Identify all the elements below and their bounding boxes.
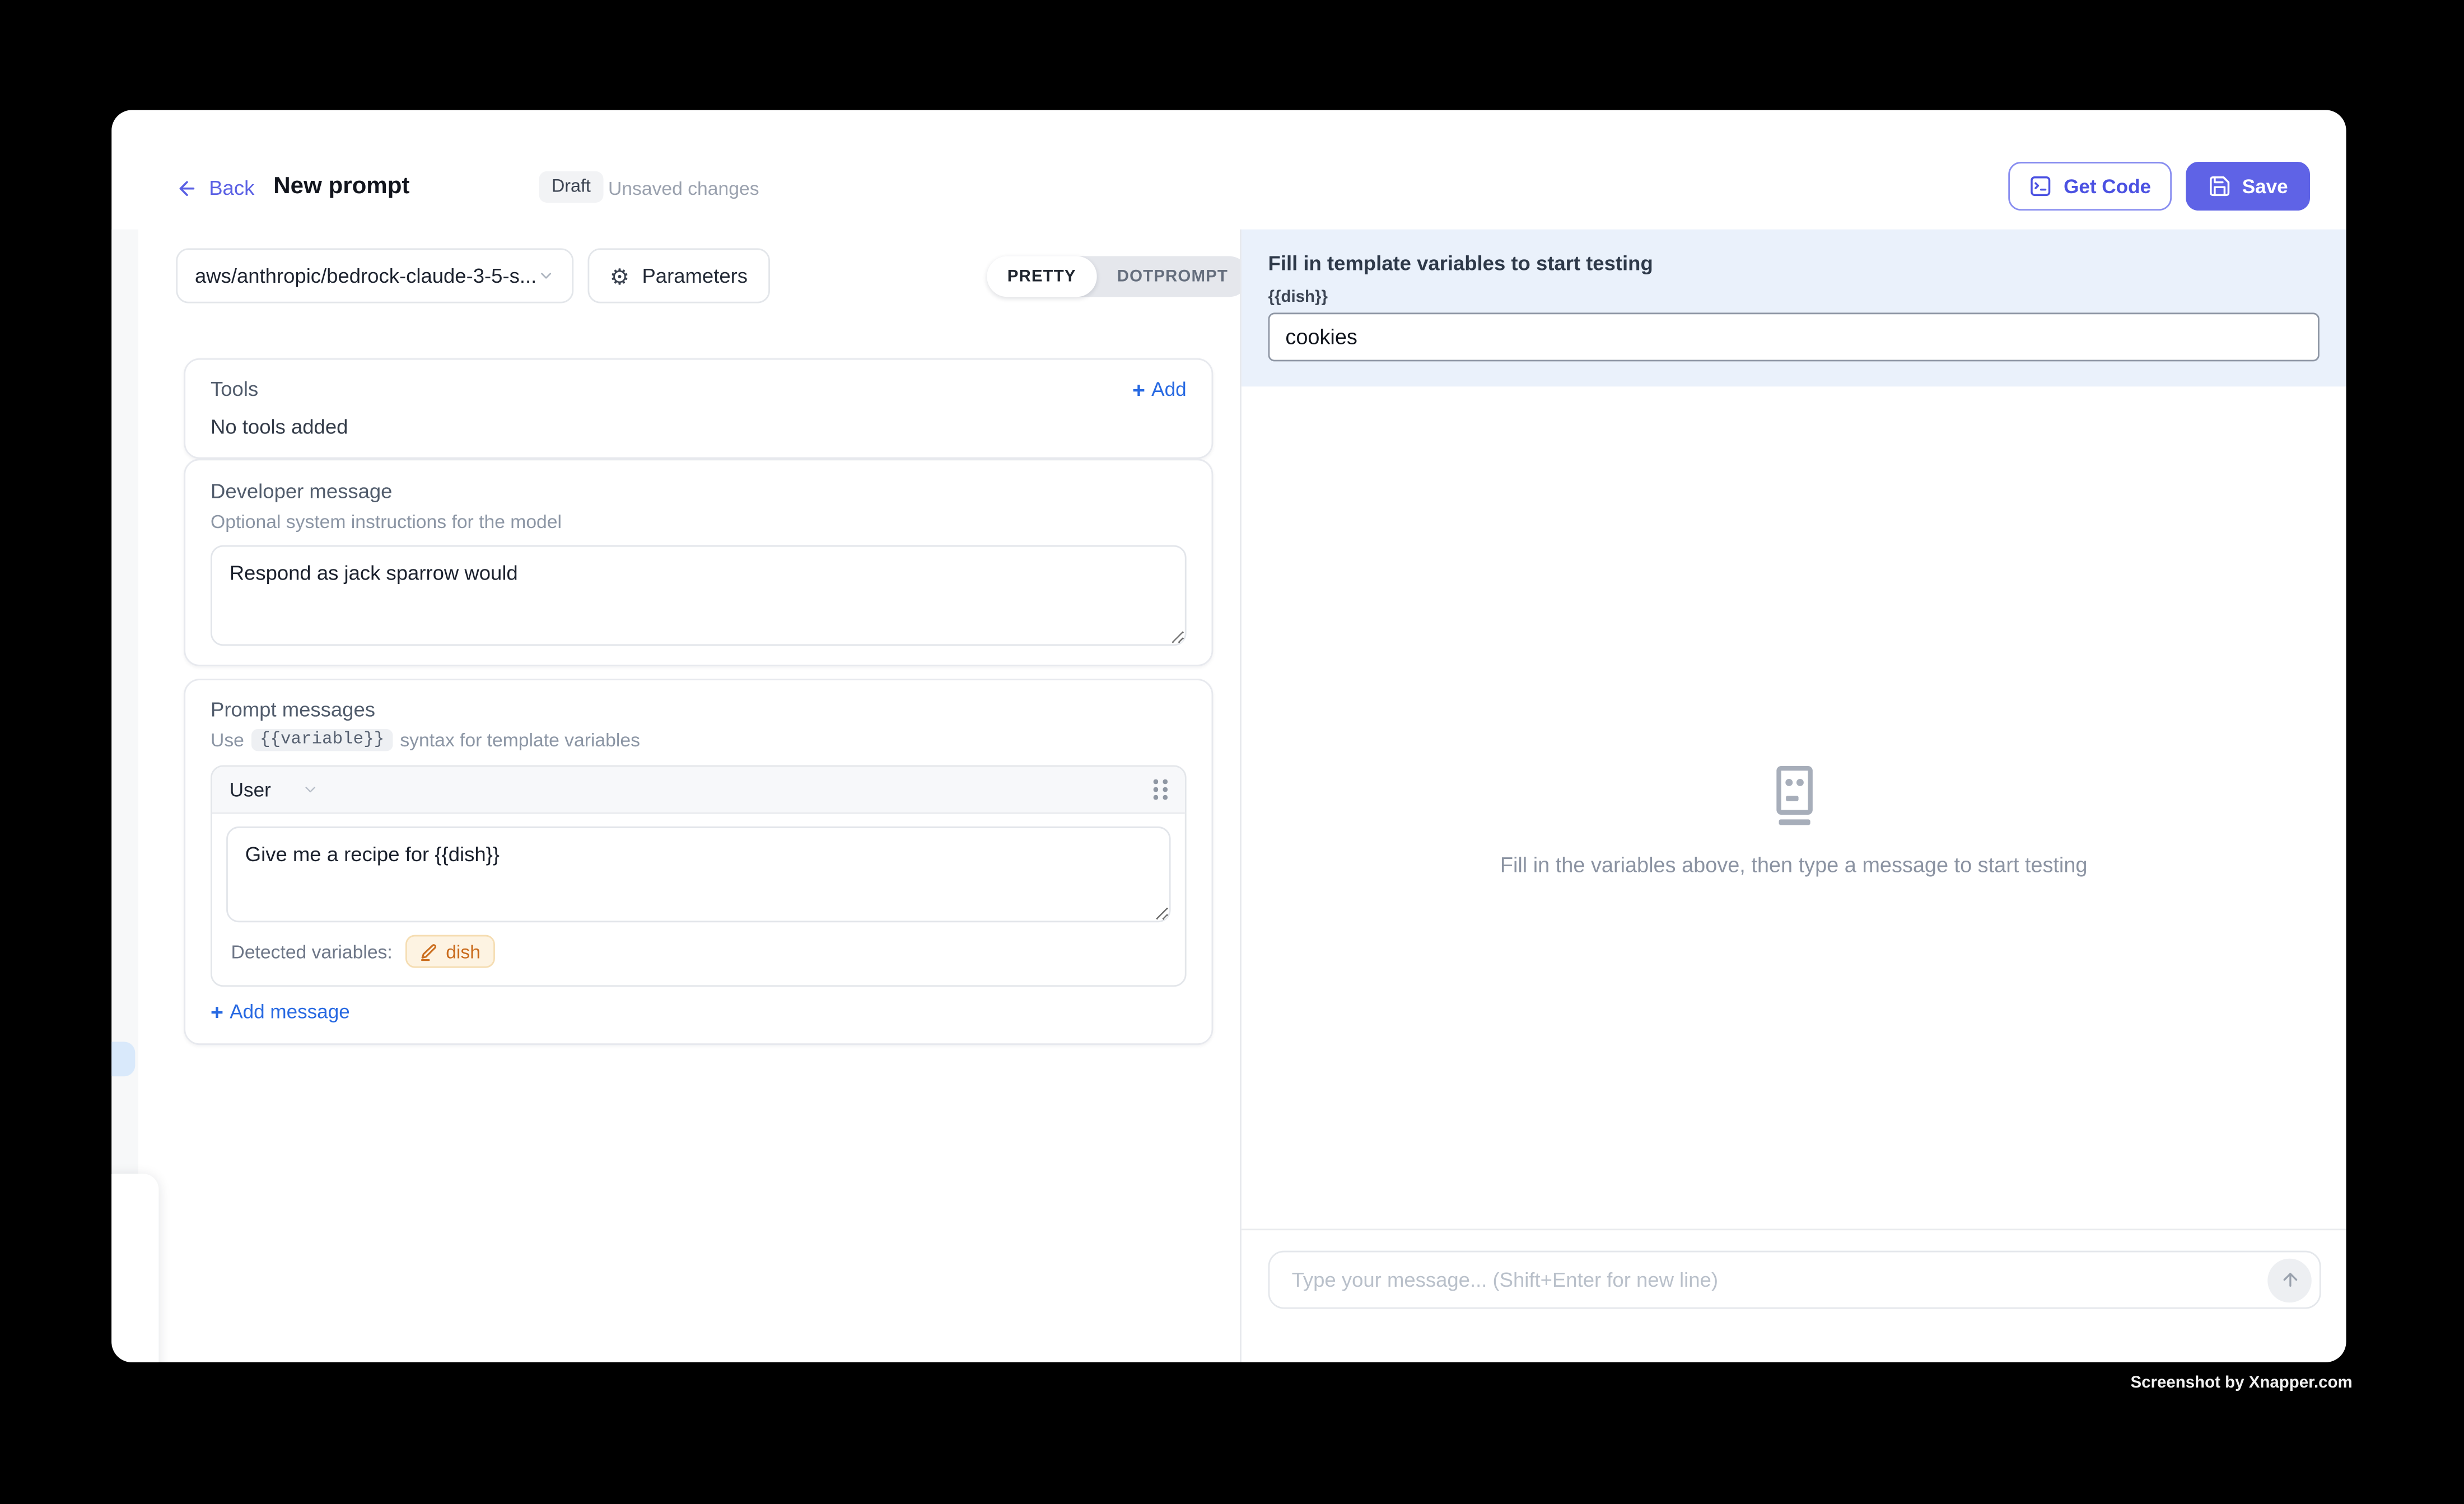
chat-divider — [1242, 1229, 2346, 1230]
developer-message-textarea[interactable]: Respond as jack sparrow would — [211, 545, 1187, 646]
back-label: Back — [209, 176, 254, 199]
template-variables-panel: Fill in template variables to start test… — [1242, 230, 2346, 387]
model-selector[interactable]: aws/anthropic/bedrock-claude-3-5-s... — [176, 248, 573, 303]
empty-state-text: Fill in the variables above, then type a… — [1242, 853, 2346, 877]
message-header: User — [212, 767, 1185, 814]
chevron-down-icon — [302, 781, 320, 798]
dish-variable-input[interactable] — [1268, 312, 2320, 361]
prompt-messages-subtitle: Use {{variable}} syntax for template var… — [211, 729, 1187, 751]
chat-empty-state: Fill in the variables above, then type a… — [1242, 765, 2346, 877]
sidebar-bottom-card — [111, 1174, 158, 1362]
message-block: User Give me a recipe for {{dish}} Det — [211, 765, 1187, 987]
pencil-icon — [419, 942, 438, 961]
message-textarea[interactable]: Give me a recipe for {{dish}} — [226, 826, 1170, 922]
role-selector[interactable]: User — [230, 778, 320, 800]
unsaved-changes-text: Unsaved changes — [608, 178, 759, 199]
watermark: Screenshot by Xnapper.com — [2130, 1374, 2352, 1393]
toggle-pretty[interactable]: PRETTY — [987, 256, 1096, 297]
save-label: Save — [2242, 175, 2288, 197]
variable-chip-label: dish — [446, 940, 480, 962]
subtitle-prefix: Use — [211, 729, 244, 751]
chat-message-input[interactable] — [1289, 1267, 2267, 1293]
model-selector-value: aws/anthropic/bedrock-claude-3-5-s... — [195, 264, 536, 287]
developer-message-card: Developer message Optional system instru… — [184, 459, 1213, 666]
tools-title: Tools — [211, 377, 258, 400]
add-tool-button[interactable]: + Add — [1132, 378, 1187, 400]
status-badge: Draft — [539, 171, 603, 203]
add-tool-label: Add — [1151, 378, 1186, 400]
gear-icon: ⚙ — [610, 265, 629, 287]
terminal-icon — [2029, 174, 2052, 198]
detected-variables-row: Detected variables: dish — [226, 922, 1170, 985]
add-message-button[interactable]: + Add message — [211, 1001, 1187, 1022]
template-variables-title: Fill in template variables to start test… — [1268, 251, 2320, 275]
arrow-up-icon — [2279, 1269, 2299, 1290]
save-icon — [2208, 174, 2231, 198]
chat-input-box — [1268, 1251, 2321, 1309]
tools-card: Tools + Add No tools added — [184, 358, 1213, 459]
prompt-messages-card: Prompt messages Use {{variable}} syntax … — [184, 679, 1213, 1045]
back-button[interactable]: Back — [176, 176, 254, 199]
variable-syntax-chip: {{variable}} — [252, 729, 392, 751]
chevron-down-icon — [538, 267, 555, 284]
view-mode-toggle: PRETTY DOTPROMPT — [987, 256, 1248, 297]
toggle-dotprompt[interactable]: DOTPROMPT — [1096, 256, 1248, 297]
robot-face-icon — [1242, 765, 2346, 828]
send-message-button[interactable] — [2267, 1258, 2312, 1302]
arrow-left-icon — [176, 177, 198, 199]
desktop-background: Back New prompt Draft Unsaved changes Ge… — [0, 0, 2464, 1504]
detected-variables-label: Detected variables: — [231, 940, 392, 962]
save-button[interactable]: Save — [2186, 162, 2310, 211]
page-title: New prompt — [273, 173, 409, 200]
developer-message-subtitle: Optional system instructions for the mod… — [211, 511, 1187, 533]
app-window: Back New prompt Draft Unsaved changes Ge… — [111, 110, 2346, 1362]
developer-message-title: Developer message — [211, 479, 1187, 503]
get-code-button[interactable]: Get Code — [2009, 162, 2172, 211]
subtitle-suffix: syntax for template variables — [400, 729, 640, 751]
dish-variable-label: {{dish}} — [1268, 288, 2320, 307]
sidebar-active-item[interactable] — [111, 1041, 135, 1076]
plus-icon: + — [1132, 378, 1145, 400]
parameters-button[interactable]: ⚙ Parameters — [587, 248, 769, 303]
role-value: User — [230, 778, 271, 800]
drag-handle-icon[interactable] — [1154, 779, 1168, 800]
tools-empty-text: No tools added — [211, 415, 1187, 438]
parameters-label: Parameters — [642, 264, 748, 287]
variable-chip-dish[interactable]: dish — [405, 935, 494, 968]
header-actions: Get Code Save — [2009, 162, 2310, 211]
plus-icon: + — [211, 1001, 223, 1022]
get-code-label: Get Code — [2064, 175, 2151, 197]
prompt-messages-title: Prompt messages — [211, 698, 1187, 721]
add-message-label: Add message — [230, 1001, 349, 1022]
